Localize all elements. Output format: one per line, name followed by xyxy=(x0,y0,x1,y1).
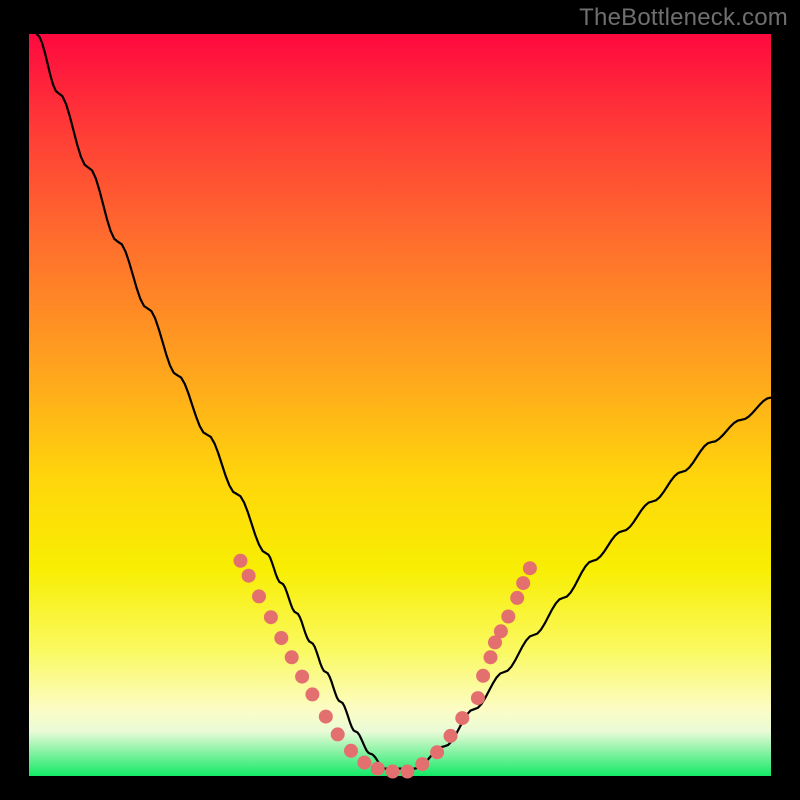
chart-frame: TheBottleneck.com xyxy=(0,0,800,800)
data-marker xyxy=(252,589,266,603)
plot-area xyxy=(29,34,771,776)
data-marker xyxy=(444,729,458,743)
data-marker xyxy=(285,650,299,664)
watermark-label: TheBottleneck.com xyxy=(579,4,788,32)
data-marker xyxy=(242,569,256,583)
data-marker xyxy=(494,624,508,638)
chart-svg xyxy=(29,34,771,776)
data-marker xyxy=(523,561,537,575)
data-marker xyxy=(295,670,309,684)
data-marker xyxy=(274,631,288,645)
data-marker xyxy=(455,711,469,725)
data-marker xyxy=(471,691,485,705)
data-marker xyxy=(501,610,515,624)
data-marker xyxy=(510,591,524,605)
data-marker xyxy=(264,610,278,624)
data-markers xyxy=(234,554,537,779)
data-marker xyxy=(476,669,490,683)
data-marker xyxy=(400,765,414,779)
data-marker xyxy=(234,554,248,568)
data-marker xyxy=(516,576,530,590)
data-marker xyxy=(386,765,400,779)
data-marker xyxy=(415,757,429,771)
data-marker xyxy=(305,687,319,701)
data-marker xyxy=(484,650,498,664)
bottleneck-curve xyxy=(36,34,771,769)
data-marker xyxy=(319,710,333,724)
data-marker xyxy=(430,745,444,759)
data-marker xyxy=(344,744,358,758)
data-marker xyxy=(357,756,371,770)
data-marker xyxy=(371,762,385,776)
data-marker xyxy=(331,727,345,741)
